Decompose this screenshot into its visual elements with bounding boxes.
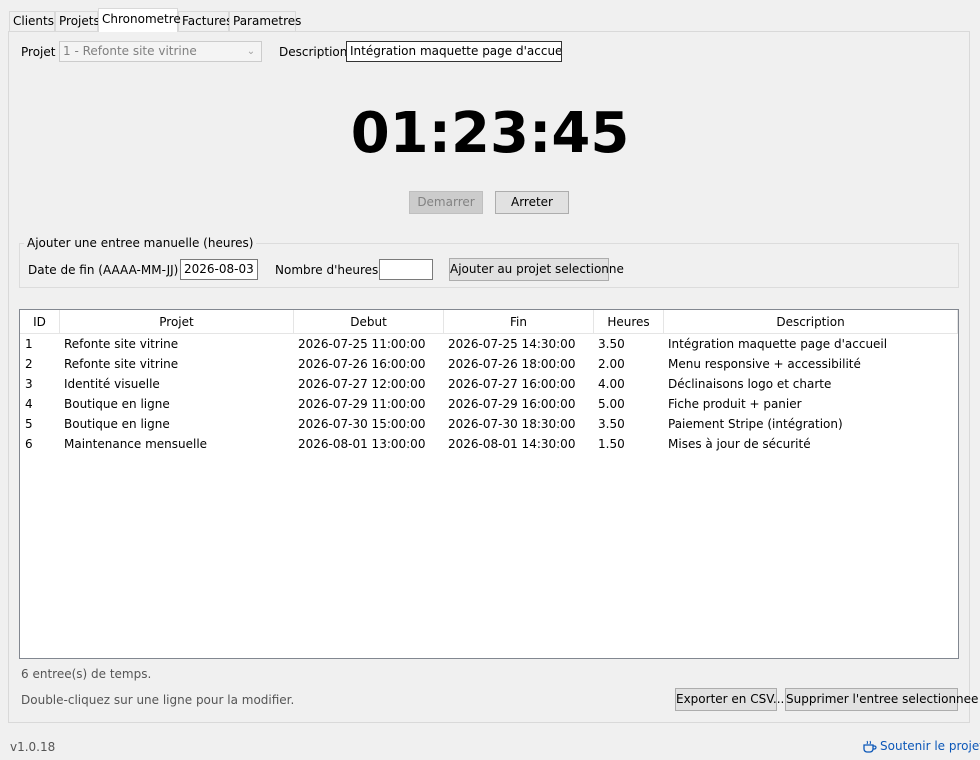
timer-display: 01:23:45 (350, 101, 630, 166)
cell-description: Intégration maquette page d'accueil (668, 337, 888, 351)
cell-id: 4 (25, 397, 33, 411)
table-row[interactable]: 6 Maintenance mensuelle 2026-08-01 13:00… (20, 434, 958, 454)
table-header: ID Projet Debut Fin Heures Description (20, 310, 958, 334)
entry-count: 6 entree(s) de temps. (21, 667, 152, 681)
cell-id: 3 (25, 377, 33, 391)
column-header-description[interactable]: Description (664, 310, 958, 334)
cell-description: Paiement Stripe (intégration) (668, 417, 843, 431)
project-label: Projet (21, 45, 56, 59)
column-header-heures[interactable]: Heures (594, 310, 664, 334)
column-header-debut[interactable]: Debut (294, 310, 444, 334)
cell-debut: 2026-07-26 16:00:00 (298, 357, 426, 371)
cell-debut: 2026-07-29 11:00:00 (298, 397, 426, 411)
column-header-projet[interactable]: Projet (60, 310, 294, 334)
cell-description: Déclinaisons logo et charte (668, 377, 832, 391)
column-header-fin[interactable]: Fin (444, 310, 594, 334)
edit-hint: Double-cliquez sur une ligne pour la mod… (21, 693, 295, 707)
time-entries-table[interactable]: ID Projet Debut Fin Heures Description 1… (19, 309, 959, 659)
cell-description: Mises à jour de sécurité (668, 437, 811, 451)
table-row[interactable]: 3 Identité visuelle 2026-07-27 12:00:00 … (20, 374, 958, 394)
cell-heures: 5.00 (598, 397, 625, 411)
chevron-down-icon: ⌄ (246, 46, 256, 57)
cell-heures: 4.00 (598, 377, 625, 391)
cell-id: 6 (25, 437, 33, 451)
cell-fin: 2026-07-30 18:30:00 (448, 417, 576, 431)
cell-description: Menu responsive + accessibilité (668, 357, 861, 371)
tab-chronometre[interactable]: Chronometre (98, 8, 181, 32)
support-link[interactable]: Soutenir le projet (880, 739, 980, 753)
cell-fin: 2026-08-01 14:30:00 (448, 437, 576, 451)
version-label: v1.0.18 (10, 740, 56, 754)
cell-heures: 2.00 (598, 357, 625, 371)
cell-projet: Boutique en ligne (64, 397, 170, 411)
delete-entry-button[interactable]: Supprimer l'entree selectionnee (785, 688, 978, 711)
cell-fin: 2026-07-25 14:30:00 (448, 337, 576, 351)
cell-projet: Boutique en ligne (64, 417, 170, 431)
start-button[interactable]: Demarrer (409, 191, 483, 214)
cell-debut: 2026-07-25 11:00:00 (298, 337, 426, 351)
description-label: Description (279, 45, 348, 59)
stop-button[interactable]: Arreter (495, 191, 569, 214)
export-csv-button[interactable]: Exporter en CSV... (675, 688, 784, 711)
end-date-input[interactable]: 2026-08-03 (180, 259, 258, 280)
cell-debut: 2026-07-27 12:00:00 (298, 377, 426, 391)
cell-id: 2 (25, 357, 33, 371)
hours-label: Nombre d'heures (275, 263, 379, 277)
column-header-id[interactable]: ID (20, 310, 60, 334)
project-select[interactable]: 1 - Refonte site vitrine ⌄ (59, 41, 262, 62)
cell-debut: 2026-07-30 15:00:00 (298, 417, 426, 431)
cell-description: Fiche produit + panier (668, 397, 802, 411)
cell-projet: Identité visuelle (64, 377, 160, 391)
table-row[interactable]: 5 Boutique en ligne 2026-07-30 15:00:00 … (20, 414, 958, 434)
cell-id: 1 (25, 337, 33, 351)
end-date-label: Date de fin (AAAA-MM-JJ) (28, 263, 179, 277)
table-row[interactable]: 2 Refonte site vitrine 2026-07-26 16:00:… (20, 354, 958, 374)
table-row[interactable]: 1 Refonte site vitrine 2026-07-25 11:00:… (20, 334, 958, 354)
table-row[interactable]: 4 Boutique en ligne 2026-07-29 11:00:00 … (20, 394, 958, 414)
cell-projet: Refonte site vitrine (64, 357, 179, 371)
project-select-value: 1 - Refonte site vitrine (63, 44, 197, 58)
hours-input[interactable] (379, 259, 433, 280)
cell-debut: 2026-08-01 13:00:00 (298, 437, 426, 451)
description-input[interactable]: Intégration maquette page d'accueil (346, 41, 562, 62)
cell-heures: 3.50 (598, 417, 625, 431)
manual-entry-title: Ajouter une entree manuelle (heures) (24, 235, 257, 251)
cell-fin: 2026-07-27 16:00:00 (448, 377, 576, 391)
coffee-cup-icon[interactable] (862, 739, 878, 755)
cell-fin: 2026-07-26 18:00:00 (448, 357, 576, 371)
chronometre-content: Projet 1 - Refonte site vitrine ⌄ Descri… (0, 0, 980, 760)
cell-id: 5 (25, 417, 33, 431)
cell-heures: 3.50 (598, 337, 625, 351)
cell-heures: 1.50 (598, 437, 625, 451)
add-to-project-button[interactable]: Ajouter au projet selectionne (449, 258, 624, 281)
cell-fin: 2026-07-29 16:00:00 (448, 397, 576, 411)
cell-projet: Refonte site vitrine (64, 337, 179, 351)
cell-projet: Maintenance mensuelle (64, 437, 208, 451)
